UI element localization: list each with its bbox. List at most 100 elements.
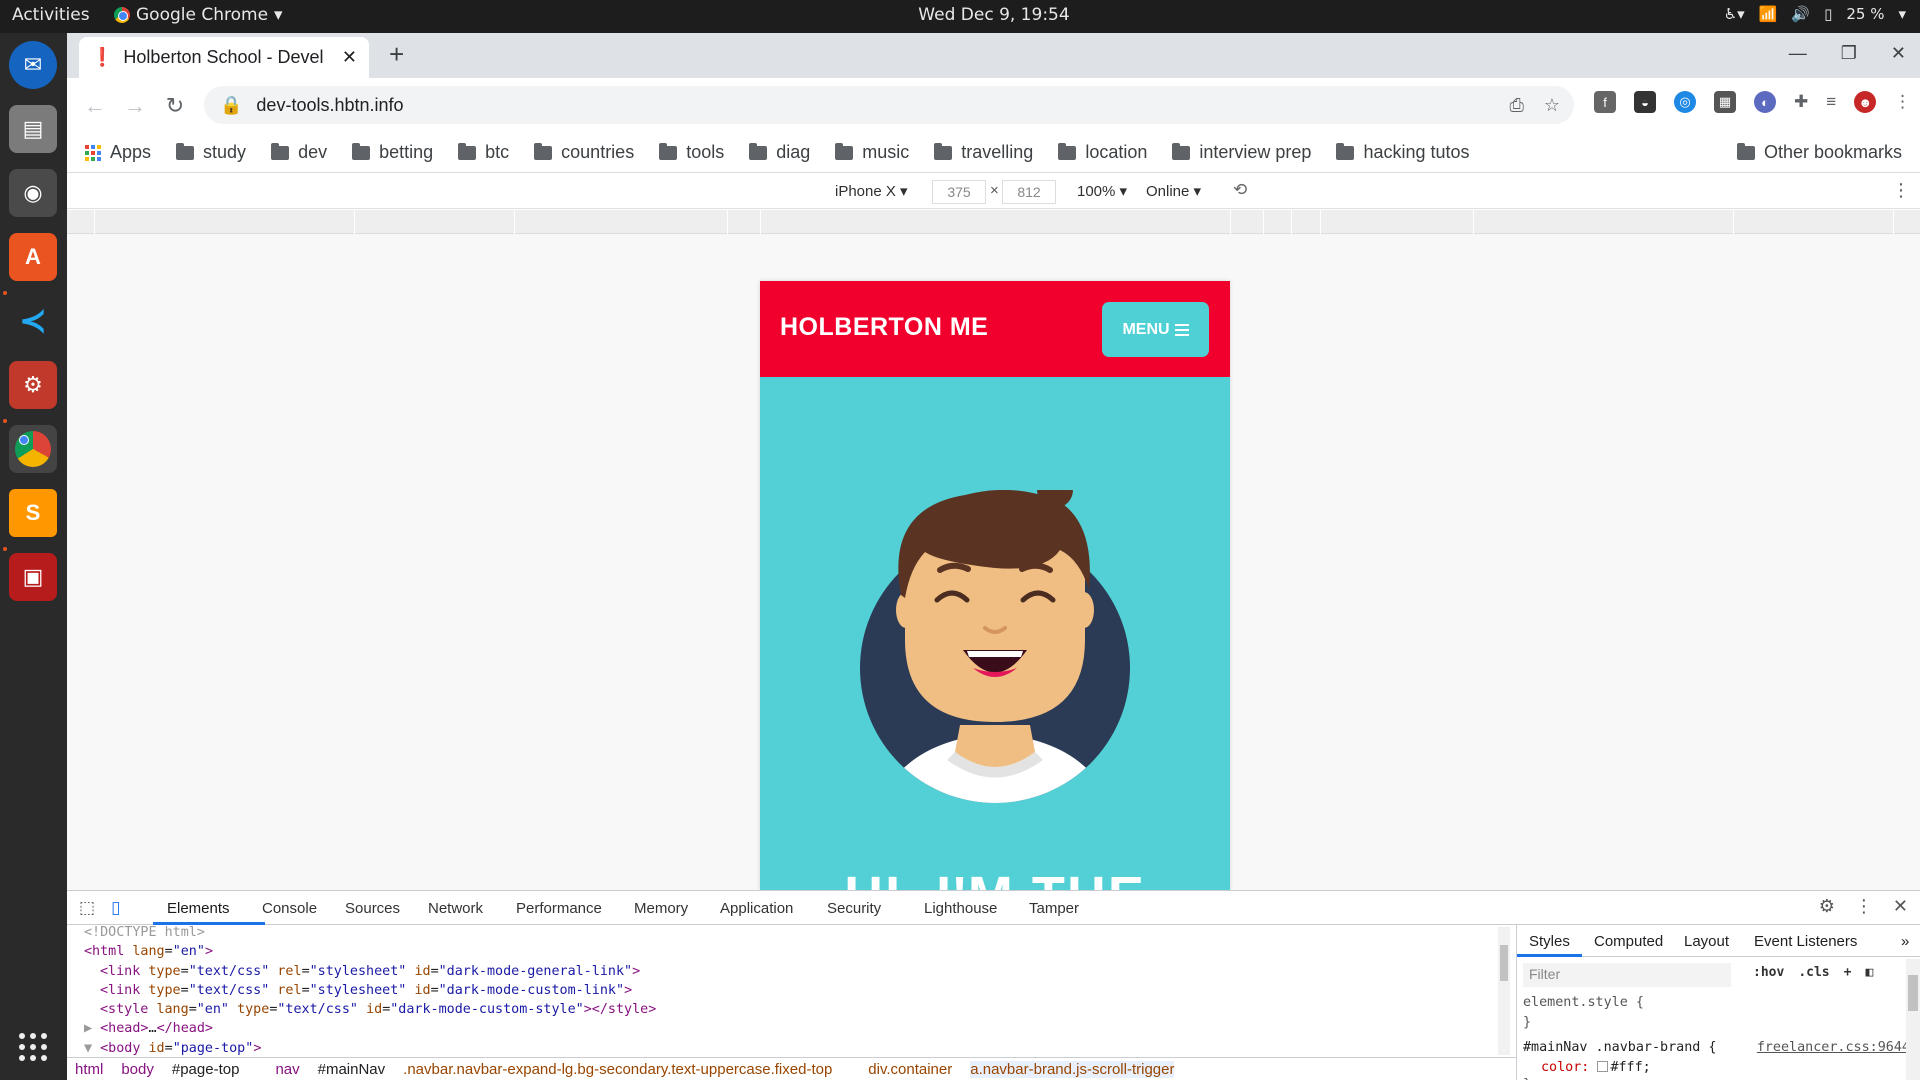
rule-selector[interactable]: #mainNav .navbar-brand { bbox=[1523, 1040, 1716, 1055]
close-icon[interactable]: ✕ bbox=[1893, 896, 1908, 917]
tab-console[interactable]: Console bbox=[262, 900, 317, 917]
address-bar[interactable]: 🔒 dev-tools.hbtn.info ⎙ ☆ bbox=[204, 86, 1574, 124]
crumb-html[interactable]: html bbox=[75, 1061, 103, 1078]
new-tab-button[interactable]: + bbox=[389, 39, 404, 70]
rule-selector[interactable]: element.style { bbox=[1523, 995, 1644, 1010]
profile-avatar[interactable]: ☻ bbox=[1854, 91, 1877, 113]
dom-line[interactable]: <!DOCTYPE html> bbox=[67, 925, 1516, 944]
tab-network[interactable]: Network bbox=[428, 900, 483, 917]
bookmark-apps[interactable]: Apps bbox=[85, 142, 151, 163]
incognito-extension-icon[interactable]: ◒ bbox=[1634, 91, 1656, 113]
bookmark-folder[interactable]: tools bbox=[659, 142, 724, 163]
crumb-body[interactable]: body #page-top bbox=[121, 1061, 257, 1078]
files-icon[interactable]: ▤ bbox=[9, 105, 57, 153]
back-button[interactable]: ← bbox=[75, 93, 115, 119]
vscode-icon[interactable]: ≺ bbox=[9, 297, 57, 345]
tab-memory[interactable]: Memory bbox=[634, 900, 688, 917]
tab-performance[interactable]: Performance bbox=[516, 900, 602, 917]
lock-icon[interactable]: 🔒 bbox=[220, 95, 242, 116]
tab-sources[interactable]: Sources bbox=[345, 900, 400, 917]
styles-filter-input[interactable]: Filter bbox=[1523, 963, 1731, 987]
dom-line[interactable]: <html lang="en"> bbox=[67, 944, 1516, 963]
color-swatch[interactable] bbox=[1597, 1061, 1609, 1072]
reload-button[interactable]: ↻ bbox=[155, 93, 195, 119]
terminal-extension-icon[interactable]: ▦ bbox=[1714, 91, 1736, 113]
facebook-extension-icon[interactable]: f bbox=[1594, 91, 1616, 113]
tab-elements[interactable]: Elements bbox=[167, 900, 230, 917]
tab-tamper[interactable]: Tamper bbox=[1029, 900, 1079, 917]
add-rule-icon[interactable]: + bbox=[1844, 965, 1852, 980]
bookmark-folder[interactable]: interview prep bbox=[1172, 142, 1311, 163]
system-tray[interactable]: ♿▾ 📶 🔊 ▯ 25 % ▾ bbox=[1724, 5, 1906, 23]
dom-scrollbar[interactable] bbox=[1498, 927, 1510, 1055]
software-center-icon[interactable]: A bbox=[9, 233, 57, 281]
bookmark-star-icon[interactable]: ☆ bbox=[1544, 95, 1560, 116]
bookmark-folder[interactable]: betting bbox=[352, 142, 433, 163]
blue-extension-icon[interactable]: ◎ bbox=[1674, 91, 1696, 113]
battery-icon[interactable]: ▯ bbox=[1824, 5, 1832, 23]
media-queue-icon[interactable]: ≡ bbox=[1826, 92, 1836, 112]
bookmark-folder[interactable]: music bbox=[835, 142, 909, 163]
dom-line[interactable]: <style lang="en" type="text/css" id="dar… bbox=[67, 1002, 1516, 1021]
crumb-nav[interactable]: nav #mainNav .navbar.navbar-expand-lg.bg-s… bbox=[275, 1061, 850, 1078]
wifi-icon[interactable]: 📶 bbox=[1759, 5, 1778, 23]
dom-line[interactable]: <link type="text/css" rel="stylesheet" i… bbox=[67, 964, 1516, 983]
tab-computed[interactable]: Computed bbox=[1594, 933, 1663, 950]
volume-icon[interactable]: 🔊 bbox=[1791, 5, 1810, 23]
chrome-dock-icon[interactable] bbox=[9, 425, 57, 473]
other-bookmarks[interactable]: Other bookmarks bbox=[1736, 142, 1902, 163]
chrome-menu-icon[interactable]: ⋮ bbox=[1894, 92, 1911, 112]
browser-tab[interactable]: ❗ Holberton School - Devel ✕ bbox=[79, 37, 369, 78]
bookmark-folder[interactable]: hacking tutos bbox=[1336, 142, 1470, 163]
chevron-down-icon[interactable]: ▾ bbox=[1898, 5, 1906, 23]
clock[interactable]: Wed Dec 9, 19:54 bbox=[0, 5, 1920, 25]
inspect-element-icon[interactable]: ⬚ bbox=[79, 898, 95, 918]
rotate-icon[interactable]: ⟲ bbox=[1233, 180, 1247, 200]
dom-tree[interactable]: <!DOCTYPE html> <html lang="en"> <link t… bbox=[67, 925, 1516, 1057]
bookmark-folder[interactable]: btc bbox=[458, 142, 509, 163]
close-tab-icon[interactable]: ✕ bbox=[342, 47, 357, 68]
crumb-brand[interactable]: a.navbar-brand.js-scroll-trigger bbox=[970, 1061, 1175, 1078]
class-toggle[interactable]: .cls bbox=[1798, 965, 1829, 980]
tab-lighthouse[interactable]: Lighthouse bbox=[924, 900, 997, 917]
height-input[interactable]: 812 bbox=[1002, 180, 1056, 204]
extensions-puzzle-icon[interactable]: ✚ bbox=[1794, 92, 1808, 112]
close-window-icon[interactable]: ✕ bbox=[1891, 43, 1906, 64]
gear-icon[interactable]: ⚙ bbox=[1819, 896, 1835, 917]
settings-tools-icon[interactable]: ⚙ bbox=[9, 361, 57, 409]
tab-event-listeners[interactable]: Event Listeners bbox=[1754, 933, 1857, 950]
hover-state-toggle[interactable]: :hov bbox=[1753, 965, 1784, 980]
site-brand-link[interactable]: HOLBERTON ME bbox=[780, 313, 988, 342]
tab-layout[interactable]: Layout bbox=[1684, 933, 1729, 950]
forward-button[interactable]: → bbox=[115, 93, 155, 119]
dom-line[interactable]: <link type="text/css" rel="stylesheet" i… bbox=[67, 983, 1516, 1002]
throttling-select[interactable]: Online ▾ bbox=[1146, 182, 1201, 200]
show-applications-icon[interactable] bbox=[9, 1023, 57, 1071]
device-select[interactable]: iPhone X ▾ bbox=[835, 182, 908, 200]
rhythmbox-icon[interactable]: ◉ bbox=[9, 169, 57, 217]
menu-toggle-button[interactable]: MENU bbox=[1102, 302, 1209, 357]
chevron-right-icon[interactable]: » bbox=[1901, 933, 1909, 950]
bookmark-folder[interactable]: study bbox=[176, 142, 246, 163]
width-input[interactable]: 375 bbox=[932, 180, 986, 204]
zoom-select[interactable]: 100% ▾ bbox=[1077, 182, 1127, 200]
clock-extension-icon[interactable]: ◐ bbox=[1754, 91, 1776, 113]
dom-line[interactable]: ▼ <body id="page-top"> bbox=[67, 1041, 1516, 1057]
crumb-container[interactable]: div.container bbox=[868, 1061, 952, 1078]
translate-icon[interactable]: ⎙ bbox=[1509, 95, 1523, 116]
accessibility-icon[interactable]: ♿▾ bbox=[1724, 5, 1745, 23]
tab-security[interactable]: Security bbox=[827, 900, 881, 917]
more-icon[interactable]: ⋮ bbox=[1855, 896, 1873, 917]
thunderbird-icon[interactable]: ✉ bbox=[9, 41, 57, 89]
bookmark-folder[interactable]: travelling bbox=[934, 142, 1033, 163]
sidebar-toggle-icon[interactable]: ◧ bbox=[1865, 965, 1873, 980]
media-query-ruler[interactable] bbox=[67, 210, 1920, 234]
restore-icon[interactable]: ❐ bbox=[1841, 43, 1857, 64]
device-toggle-icon[interactable]: ▯ bbox=[111, 898, 120, 918]
bookmark-folder[interactable]: dev bbox=[271, 142, 327, 163]
bookmark-folder[interactable]: countries bbox=[534, 142, 634, 163]
rule-declaration[interactable]: color: #fff; bbox=[1523, 1060, 1651, 1075]
bookmark-folder[interactable]: diag bbox=[749, 142, 810, 163]
styles-scrollbar[interactable] bbox=[1906, 959, 1920, 1080]
tab-application[interactable]: Application bbox=[720, 900, 793, 917]
